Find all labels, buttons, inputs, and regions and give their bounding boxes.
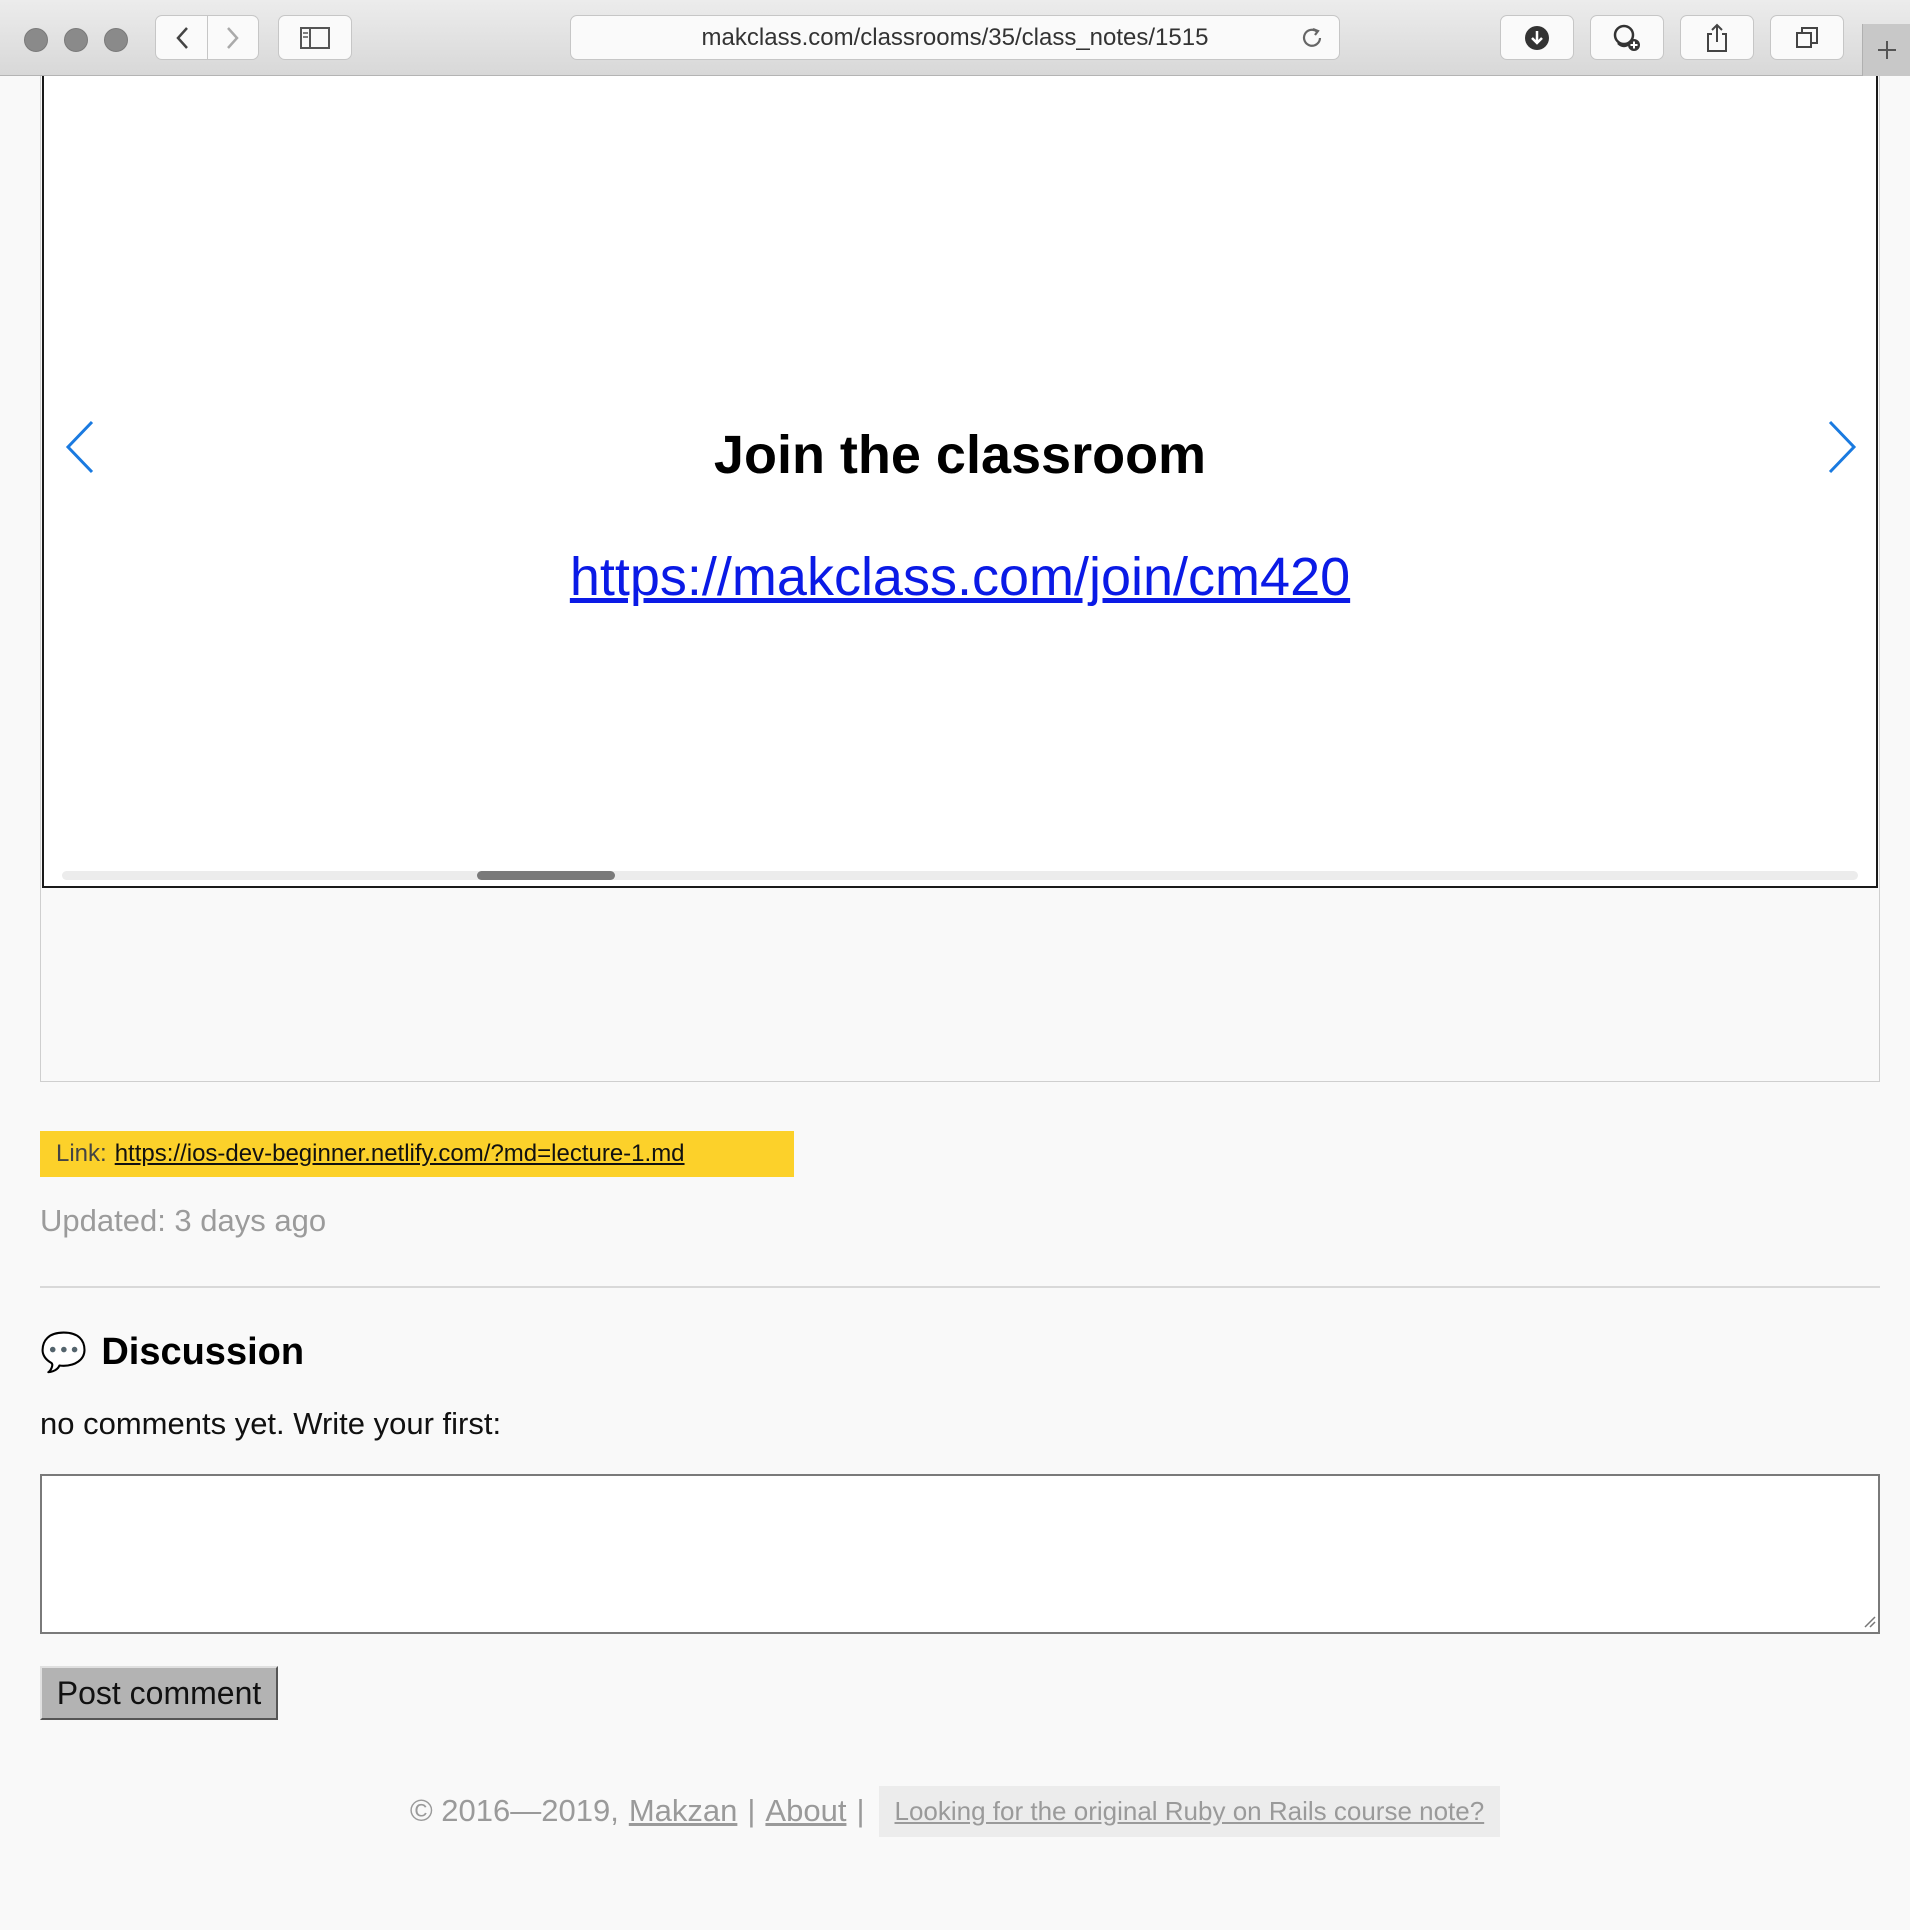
link-label: Link: xyxy=(56,1140,107,1167)
comment-input[interactable] xyxy=(40,1474,1880,1634)
rails-course-note-link[interactable]: Looking for the original Ruby on Rails c… xyxy=(878,1785,1501,1837)
resize-grip-icon[interactable] xyxy=(1862,1614,1876,1628)
tabs-icon xyxy=(1796,26,1818,48)
updated-timestamp: Updated: 3 days ago xyxy=(40,1203,327,1238)
previous-slide-arrow-icon[interactable] xyxy=(60,418,100,476)
copyright-text: © 2016—2019, xyxy=(409,1793,619,1828)
slide-title: Join the classroom xyxy=(713,425,1207,485)
slide-join-link[interactable]: https://makclass.com/join/cm420 xyxy=(44,546,1876,608)
discussion-heading: 💬 Discussion xyxy=(40,1330,304,1375)
reload-icon[interactable] xyxy=(1299,25,1325,51)
no-comments-text: no comments yet. Write your first: xyxy=(40,1406,502,1441)
plus-icon xyxy=(1877,41,1896,59)
navigation-buttons xyxy=(155,15,259,60)
slide-scrollbar-track[interactable] xyxy=(62,871,1858,880)
chevron-left-icon xyxy=(175,26,188,49)
sidebar-icon xyxy=(300,26,330,49)
slide-scrollbar-thumb[interactable] xyxy=(477,871,615,880)
share-button[interactable] xyxy=(1680,15,1754,60)
divider xyxy=(40,1286,1880,1288)
discussion-title: Discussion xyxy=(101,1331,305,1373)
author-link[interactable]: Makzan xyxy=(629,1793,738,1829)
note-source-link[interactable]: https://ios-dev-beginner.netlify.com/?md… xyxy=(115,1140,685,1168)
extension-button[interactable] xyxy=(1590,15,1664,60)
forward-button[interactable] xyxy=(207,16,258,59)
footer-separator: | xyxy=(856,1793,865,1828)
downloads-button[interactable] xyxy=(1500,15,1574,60)
note-link-badge: Link: https://ios-dev-beginner.netlify.c… xyxy=(40,1131,794,1177)
slide-viewer[interactable]: Join the classroom https://makclass.com/… xyxy=(42,76,1878,888)
speech-bubble-icon: 💬 xyxy=(40,1330,88,1374)
share-icon xyxy=(1707,23,1727,52)
extension-icon xyxy=(1613,24,1640,51)
sidebar-toggle-button[interactable] xyxy=(278,15,352,60)
download-icon xyxy=(1525,25,1549,50)
footer-separator: | xyxy=(747,1793,756,1828)
back-button[interactable] xyxy=(156,16,207,59)
chevron-right-icon xyxy=(227,26,239,49)
new-tab-button[interactable] xyxy=(1862,24,1910,76)
zoom-window-button[interactable] xyxy=(104,28,128,52)
url-text: makclass.com/classrooms/35/class_notes/1… xyxy=(701,23,1209,51)
post-comment-button[interactable]: Post comment xyxy=(40,1666,278,1720)
close-window-button[interactable] xyxy=(24,28,48,52)
tabs-overview-button[interactable] xyxy=(1770,15,1844,60)
footer: © 2016—2019, Makzan | About | Looking fo… xyxy=(0,1785,1910,1837)
about-link[interactable]: About xyxy=(765,1793,846,1829)
next-slide-arrow-icon[interactable] xyxy=(1822,418,1862,476)
minimize-window-button[interactable] xyxy=(64,28,88,52)
browser-toolbar: makclass.com/classrooms/35/class_notes/1… xyxy=(0,0,1910,76)
address-bar[interactable]: makclass.com/classrooms/35/class_notes/1… xyxy=(570,15,1340,60)
